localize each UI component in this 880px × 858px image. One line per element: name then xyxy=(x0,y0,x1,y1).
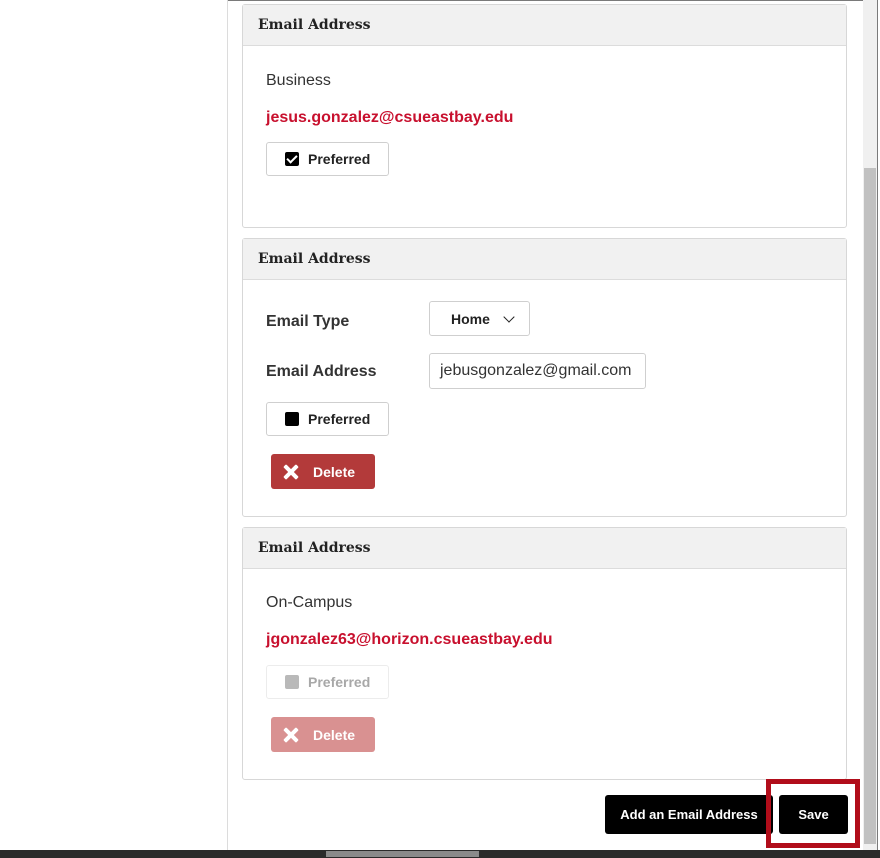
delete-button[interactable]: Delete xyxy=(271,454,375,489)
email-panel-business: Email Address Business jesus.gonzalez@cs… xyxy=(242,4,847,228)
delete-label: Delete xyxy=(313,726,356,743)
panel-header: Email Address xyxy=(243,239,846,280)
email-type-selected: Home xyxy=(451,310,490,327)
email-type-label: Business xyxy=(266,72,331,89)
delete-button-disabled: Delete xyxy=(271,717,375,752)
add-email-address-button[interactable]: Add an Email Address xyxy=(605,795,773,834)
save-button[interactable]: Save xyxy=(779,795,848,834)
preferred-label: Preferred xyxy=(308,411,371,427)
email-address-field-label: Email Address xyxy=(266,363,377,380)
email-type-label: On-Campus xyxy=(266,594,353,611)
x-icon xyxy=(283,727,299,743)
email-panel-on-campus: Email Address On-Campus jgonzalez63@hori… xyxy=(242,527,847,780)
chevron-down-icon xyxy=(503,310,515,323)
email-address-value: jesus.gonzalez@csueastbay.edu xyxy=(266,109,514,126)
left-sidebar xyxy=(0,0,228,850)
x-icon xyxy=(283,464,299,480)
horizontal-scrollbar-thumb[interactable] xyxy=(326,851,479,857)
email-address-value: jgonzalez63@horizon.csueastbay.edu xyxy=(266,631,553,648)
panel-header: Email Address xyxy=(243,528,846,569)
email-type-field-label: Email Type xyxy=(266,313,350,330)
square-icon xyxy=(285,675,299,689)
preferred-label: Preferred xyxy=(308,151,371,167)
email-type-select[interactable]: Home xyxy=(429,301,530,336)
email-panel-home: Email Address Email Type Home Email Addr… xyxy=(242,238,847,517)
vertical-scrollbar-thumb[interactable] xyxy=(864,168,876,844)
square-icon xyxy=(285,412,299,426)
preferred-toggle[interactable]: Preferred xyxy=(266,402,389,436)
email-address-input[interactable]: jebusgonzalez@gmail.com xyxy=(429,353,646,389)
panel-header: Email Address xyxy=(243,5,846,46)
check-square-icon xyxy=(285,152,299,166)
preferred-label: Preferred xyxy=(308,674,371,690)
preferred-toggle[interactable]: Preferred xyxy=(266,142,389,176)
preferred-toggle-disabled: Preferred xyxy=(266,665,389,699)
delete-label: Delete xyxy=(313,463,356,480)
